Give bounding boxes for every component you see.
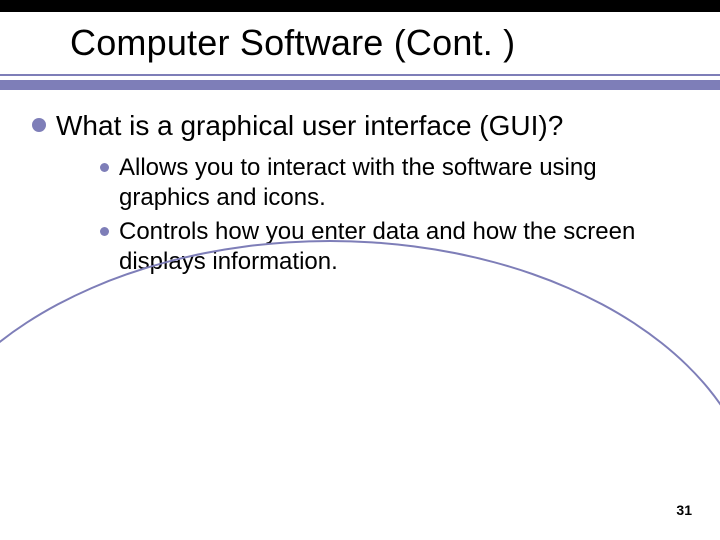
bullet-level2: Allows you to interact with the software… <box>100 153 680 213</box>
top-black-bar <box>0 0 720 12</box>
bullet-icon <box>100 163 109 172</box>
page-number: 31 <box>676 502 692 518</box>
decorative-ellipse <box>0 240 720 540</box>
bullet-level2: Controls how you enter data and how the … <box>100 217 680 277</box>
slide-title: Computer Software (Cont. ) <box>70 22 680 64</box>
bullet-level2-text: Allows you to interact with the software… <box>119 153 680 213</box>
bullet-level1: What is a graphical user interface (GUI)… <box>32 108 680 143</box>
bullet-level2-group: Allows you to interact with the software… <box>100 153 680 277</box>
content-area: What is a graphical user interface (GUI)… <box>32 108 680 281</box>
bullet-level2-text: Controls how you enter data and how the … <box>119 217 680 277</box>
accent-thick-line <box>0 80 720 90</box>
accent-thin-line <box>0 74 720 76</box>
bullet-icon <box>100 227 109 236</box>
bullet-level1-text: What is a graphical user interface (GUI)… <box>56 108 563 143</box>
slide: Computer Software (Cont. ) What is a gra… <box>0 0 720 540</box>
bullet-icon <box>32 118 46 132</box>
accent-bars <box>0 74 720 90</box>
title-container: Computer Software (Cont. ) <box>70 22 680 64</box>
